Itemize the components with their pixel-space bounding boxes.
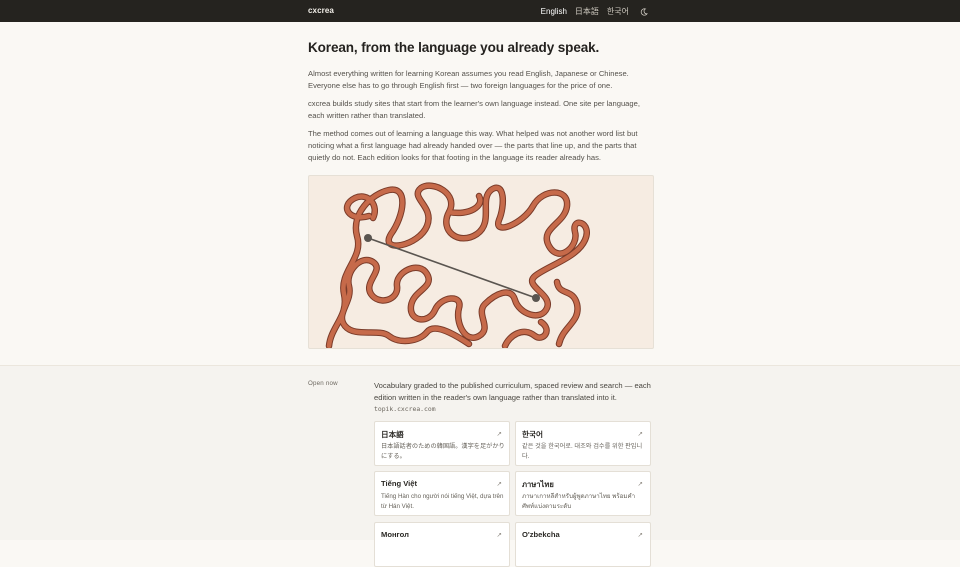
edition-card-uzbek[interactable]: O'zbekcha ↗ [515, 522, 651, 567]
edition-title: ภาษาไทย [522, 480, 554, 489]
intro-paragraph-2: cxcrea builds study sites that start fro… [308, 99, 640, 120]
edition-title: Tiếng Việt [381, 479, 418, 488]
edition-title: Монгол [381, 530, 409, 539]
intro-paragraph-1: Almost everything written for learning K… [308, 69, 629, 90]
connector-end-dot [532, 294, 540, 302]
connector-line [367, 237, 537, 299]
page-title: Korean, from the language you already sp… [308, 40, 600, 55]
language-switcher: English 日本語 한국어 [541, 6, 648, 17]
edition-card-korean[interactable]: 한국어 ↗ 같은 것을 한국어로. 대조와 검수를 위한 판입니다. [515, 421, 651, 466]
tangled-strand [326, 183, 589, 348]
edition-subtitle: Tiếng Hàn cho người nói tiếng Việt, dựa … [381, 493, 504, 510]
language-option-english[interactable]: English [541, 7, 567, 16]
edition-card-thai[interactable]: ภาษาไทย ↗ ภาษาเกาหลีสำหรับผู้พูดภาษาไทย … [515, 471, 651, 516]
edition-title: 日本語 [381, 430, 404, 439]
external-link-icon: ↗ [637, 532, 643, 539]
edition-card-mongolian[interactable]: Монгол ↗ [374, 522, 510, 567]
external-link-icon: ↗ [637, 431, 643, 438]
external-link-icon: ↗ [496, 532, 502, 539]
illustration-svg [325, 182, 590, 348]
moon-icon[interactable] [640, 7, 648, 16]
top-navigation-bar: cxcrea English 日本語 한국어 [0, 0, 960, 22]
external-link-icon: ↗ [496, 481, 502, 488]
open-now-description: Vocabulary graded to the published curri… [374, 381, 651, 402]
open-now-label: Open now [308, 380, 338, 387]
tangled-line-illustration [308, 175, 654, 349]
external-link-icon: ↗ [637, 481, 643, 488]
connector-start-dot [364, 234, 372, 242]
language-option-japanese[interactable]: 日本語 [575, 6, 599, 17]
intro-paragraph-3: The method comes out of learning a langu… [308, 129, 638, 162]
external-link-icon: ↗ [496, 431, 502, 438]
edition-subtitle: 같은 것을 한국어로. 대조와 검수를 위한 판입니다. [522, 443, 643, 460]
edition-card-vietnamese[interactable]: Tiếng Việt ↗ Tiếng Hàn cho người nói tiế… [374, 471, 510, 516]
edition-subtitle: ภาษาเกาหลีสำหรับผู้พูดภาษาไทย พร้อมคำศัพ… [522, 493, 636, 510]
site-link[interactable]: topik.cxcrea.com [374, 405, 436, 413]
edition-title: 한국어 [522, 430, 543, 439]
brand-logo[interactable]: cxcrea [308, 6, 334, 15]
intro-section: Korean, from the language you already sp… [308, 40, 652, 164]
language-option-korean[interactable]: 한국어 [607, 6, 629, 17]
edition-title: O'zbekcha [522, 530, 560, 539]
edition-subtitle: 日本語話者のための韓国語。漢字を足がかりにする。 [381, 443, 505, 460]
edition-card-japanese[interactable]: 日本語 ↗ 日本語話者のための韓国語。漢字を足がかりにする。 [374, 421, 510, 466]
